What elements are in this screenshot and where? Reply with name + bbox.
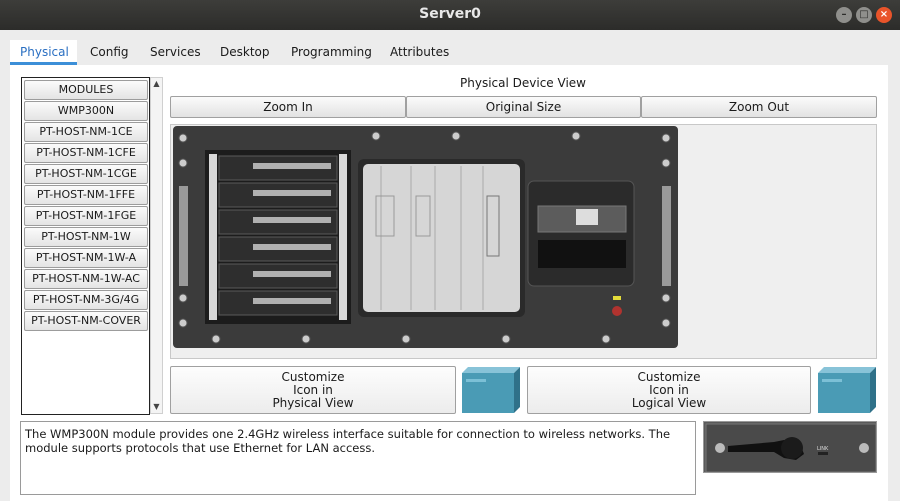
module-item[interactable]: PT-HOST-NM-3G/4G xyxy=(24,290,148,310)
tab-desktop[interactable]: Desktop xyxy=(210,40,278,65)
close-button[interactable]: × xyxy=(876,7,892,23)
link-label: LINK xyxy=(817,446,829,452)
module-thumbnail: LINK xyxy=(703,421,877,473)
tab-services[interactable]: Services xyxy=(140,40,206,65)
tab-physical[interactable]: Physical xyxy=(10,40,77,65)
physical-icon-preview xyxy=(462,367,520,413)
module-item[interactable]: PT-HOST-NM-1FFE xyxy=(24,185,148,205)
module-description: The WMP300N module provides one 2.4GHz w… xyxy=(20,421,696,495)
module-item[interactable]: PT-HOST-NM-1W-AC xyxy=(24,269,148,289)
minimize-button[interactable]: – xyxy=(836,7,852,23)
module-item[interactable]: PT-HOST-NM-1W xyxy=(24,227,148,247)
modules-scrollbar[interactable]: ▲ ▼ xyxy=(150,77,163,414)
tab-bar: Physical Config Services Desktop Program… xyxy=(10,40,890,65)
zoom-in-button[interactable]: Zoom In xyxy=(170,96,406,118)
module-item[interactable]: PT-HOST-NM-1W-A xyxy=(24,248,148,268)
module-item[interactable]: PT-HOST-NM-1CFE xyxy=(24,143,148,163)
modules-list: MODULES WMP300N PT-HOST-NM-1CE PT-HOST-N… xyxy=(21,77,150,415)
customize-logical-line3: Logical View xyxy=(631,396,707,410)
window-titlebar: Server0 – □ × xyxy=(0,0,900,30)
module-item[interactable]: PT-HOST-NM-1CE xyxy=(24,122,148,142)
customize-logical-icon-button[interactable]: Customize Icon in Logical View xyxy=(527,366,811,414)
tab-programming[interactable]: Programming xyxy=(281,40,377,65)
scroll-up-icon[interactable]: ▲ xyxy=(151,78,162,90)
maximize-button[interactable]: □ xyxy=(856,7,872,23)
logical-icon-preview xyxy=(818,367,876,413)
module-item[interactable]: WMP300N xyxy=(24,101,148,121)
original-size-button[interactable]: Original Size xyxy=(406,96,641,118)
customize-physical-icon-button[interactable]: Customize Icon in Physical View xyxy=(170,366,456,414)
zoom-out-button[interactable]: Zoom Out xyxy=(641,96,877,118)
window-title: Server0 xyxy=(419,6,481,22)
module-item[interactable]: PT-HOST-NM-1FGE xyxy=(24,206,148,226)
physical-view-label: Physical Device View xyxy=(460,76,586,90)
physical-device-view xyxy=(170,124,877,359)
tab-config[interactable]: Config xyxy=(80,40,136,65)
module-item[interactable]: PT-HOST-NM-COVER xyxy=(24,311,148,331)
customize-physical-line3: Physical View xyxy=(272,396,354,410)
server-chassis-image[interactable] xyxy=(173,126,678,348)
modules-header: MODULES xyxy=(24,80,148,100)
scroll-down-icon[interactable]: ▼ xyxy=(151,401,162,413)
module-item[interactable]: PT-HOST-NM-1CGE xyxy=(24,164,148,184)
tab-attributes[interactable]: Attributes xyxy=(380,40,454,65)
